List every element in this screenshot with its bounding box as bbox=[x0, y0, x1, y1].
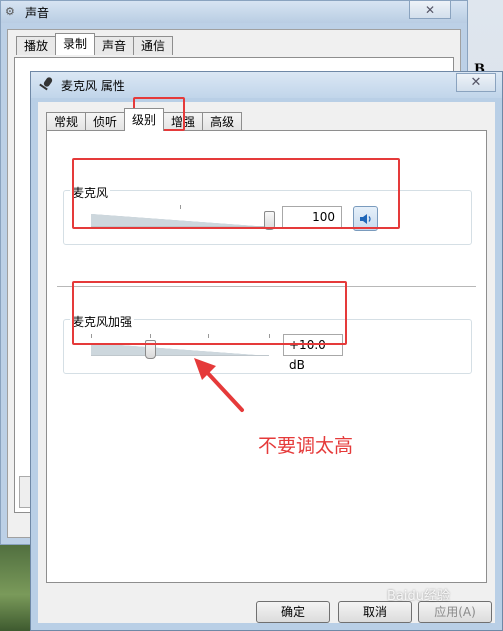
close-icon: ✕ bbox=[470, 75, 482, 90]
dialog-tabs: 常规 侦听 级别 增强 高级 bbox=[46, 108, 243, 131]
close-icon: ✕ bbox=[424, 2, 436, 17]
tab-listen[interactable]: 侦听 bbox=[85, 112, 126, 131]
microphone-icon bbox=[37, 76, 55, 94]
annotation-arrow-icon bbox=[194, 358, 244, 412]
microphone-properties-dialog: 麦克风 属性 ✕ 常规 侦听 级别 增强 高级 麦克风 100 麦克风加强 +1… bbox=[30, 71, 503, 631]
sound-tabs: 播放 录制 声音 通信 bbox=[16, 33, 174, 55]
tab-levels[interactable]: 级别 bbox=[124, 108, 165, 131]
speaker-gear-icon: ⚙ bbox=[5, 5, 15, 18]
tab-communications[interactable]: 通信 bbox=[133, 36, 174, 55]
dialog-close-button[interactable]: ✕ bbox=[456, 73, 496, 92]
annotation-text: 不要调太高 bbox=[258, 435, 354, 457]
highlight-microphone-boost bbox=[72, 281, 347, 345]
tab-general[interactable]: 常规 bbox=[46, 112, 87, 131]
tab-playback[interactable]: 播放 bbox=[16, 36, 57, 55]
sound-window-title: 声音 bbox=[25, 5, 50, 20]
sound-titlebar: ⚙ 声音 bbox=[1, 1, 467, 23]
apply-button[interactable]: 应用(A) bbox=[418, 601, 492, 623]
dialog-title: 麦克风 属性 bbox=[61, 78, 125, 93]
sound-close-button[interactable]: ✕ bbox=[409, 1, 451, 19]
highlight-microphone-level bbox=[72, 158, 400, 229]
watermark: Baidu经验 bbox=[387, 589, 450, 604]
tab-sounds[interactable]: 声音 bbox=[94, 36, 135, 55]
dialog-titlebar: 麦克风 属性 bbox=[31, 72, 502, 98]
tab-recording[interactable]: 录制 bbox=[55, 33, 96, 55]
tab-advanced[interactable]: 高级 bbox=[202, 112, 243, 131]
ok-button[interactable]: 确定 bbox=[256, 601, 330, 623]
cancel-button[interactable]: 取消 bbox=[338, 601, 412, 623]
